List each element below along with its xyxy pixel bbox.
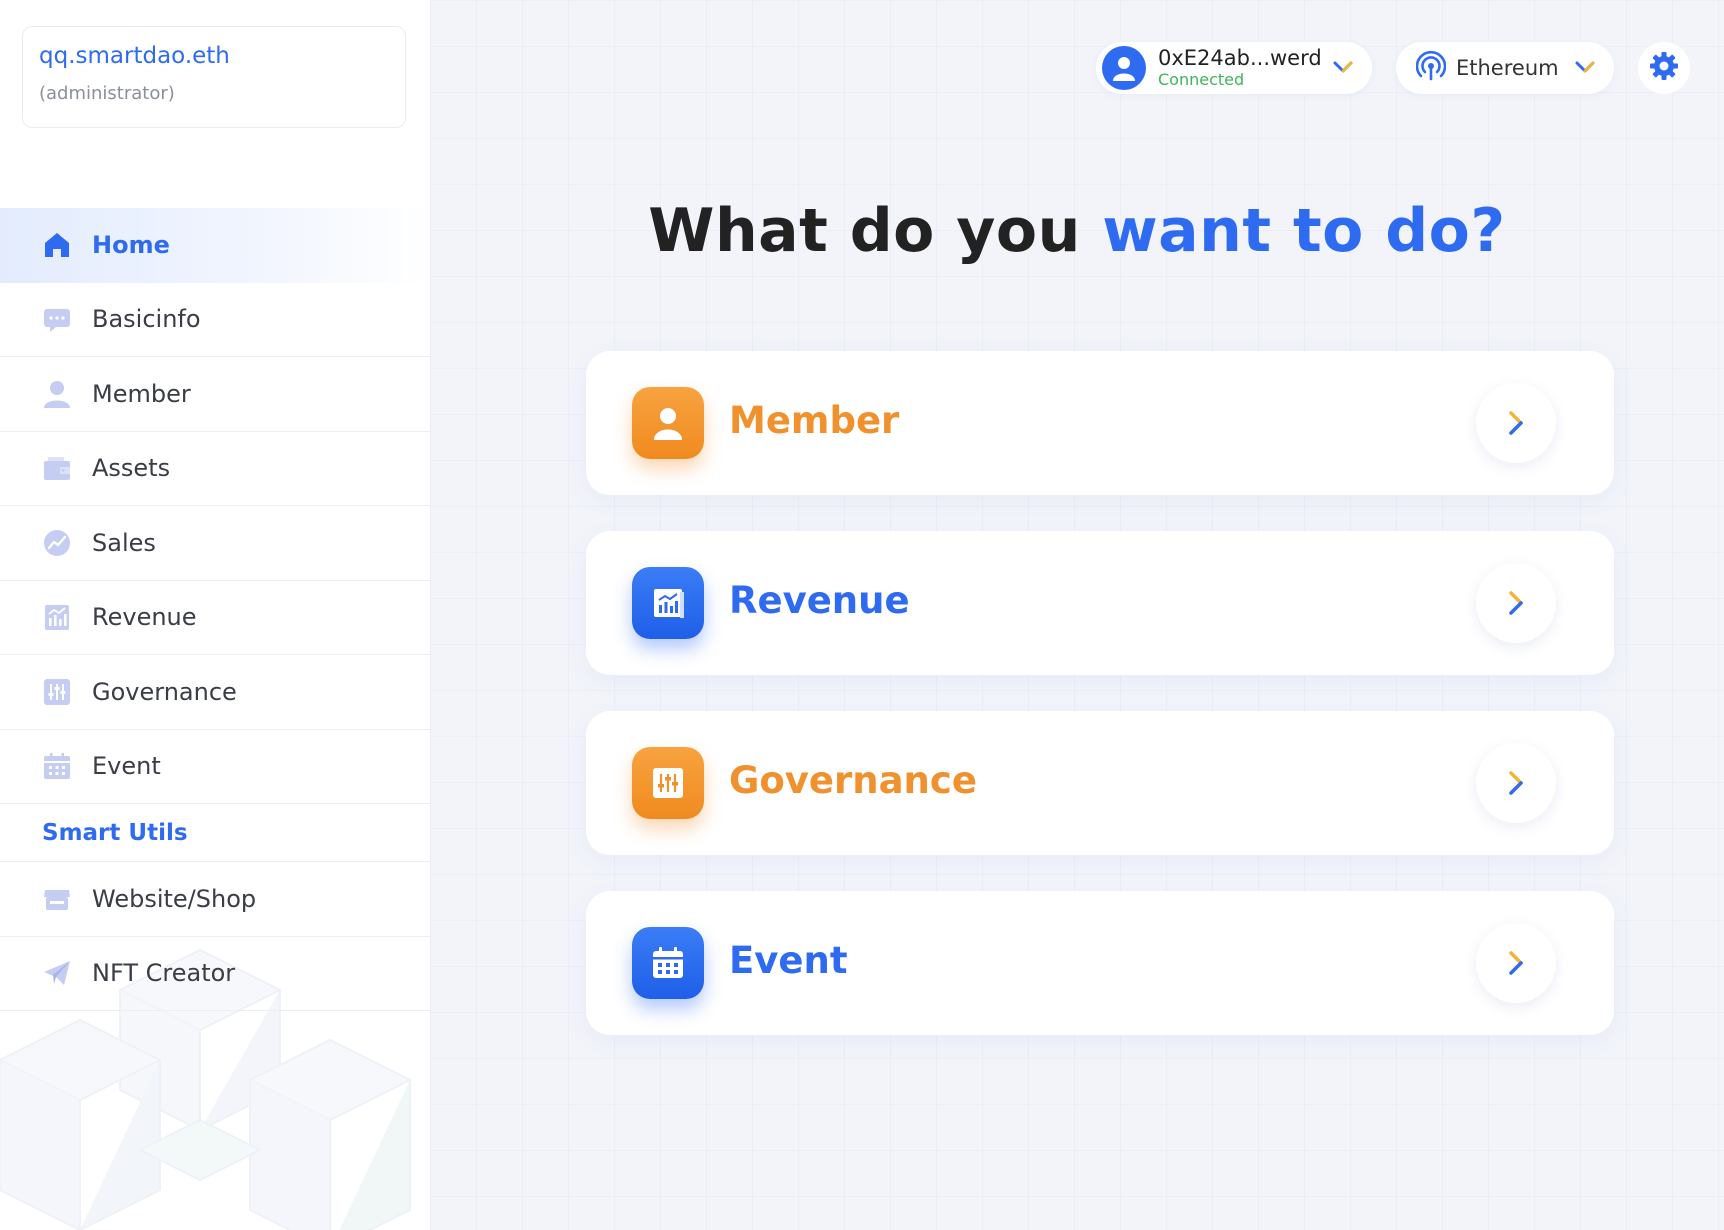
chart-icon xyxy=(42,602,72,632)
headline-part-2: want to do? xyxy=(1102,196,1506,266)
home-icon xyxy=(42,230,72,260)
sidebar-item-member[interactable]: Member xyxy=(0,357,430,432)
sidebar-item-event[interactable]: Event xyxy=(0,730,430,804)
sidebar-item-website-shop[interactable]: Website/Shop xyxy=(0,862,430,937)
sidebar-item-label: Home xyxy=(92,231,170,260)
sidebar-item-home[interactable]: Home xyxy=(0,208,430,283)
user-icon xyxy=(42,379,72,409)
chevron-down-icon xyxy=(1332,58,1354,80)
account-role: (administrator) xyxy=(39,83,175,104)
user-icon xyxy=(1113,57,1135,81)
paper-plane-icon xyxy=(42,958,72,988)
headline-part-1: What do you xyxy=(648,196,1103,266)
governance-card[interactable]: Governance xyxy=(586,711,1614,855)
sidebar-item-governance[interactable]: Governance xyxy=(0,655,430,730)
account-card[interactable]: qq.smartdao.eth (administrator) xyxy=(22,26,406,128)
shop-icon xyxy=(42,884,72,914)
sidebar-item-assets[interactable]: Assets xyxy=(0,432,430,506)
network-dropdown[interactable]: Ethereum xyxy=(1396,42,1614,94)
user-icon xyxy=(632,387,704,459)
card-label: Event xyxy=(729,939,848,982)
wallet-icon xyxy=(42,453,72,483)
sidebar-item-label: Member xyxy=(92,379,191,408)
revenue-card[interactable]: Revenue xyxy=(586,531,1614,675)
sidebar-item-sales[interactable]: Sales xyxy=(0,506,430,581)
wallet-status: Connected xyxy=(1158,70,1245,89)
sidebar-item-label: Event xyxy=(92,752,161,781)
chevron-right-icon[interactable] xyxy=(1476,923,1556,1003)
card-label: Governance xyxy=(729,759,977,802)
sidebar-nav: Home Basicinfo Member Assets Sales Reven… xyxy=(0,208,430,1011)
wallet-address: 0xE24ab...werd xyxy=(1158,46,1322,70)
sidebar: qq.smartdao.eth (administrator) Home Bas… xyxy=(0,0,430,1230)
chevron-right-icon[interactable] xyxy=(1476,563,1556,643)
sidebar-item-revenue[interactable]: Revenue xyxy=(0,581,430,655)
account-name: qq.smartdao.eth xyxy=(39,43,230,69)
sidebar-item-label: Assets xyxy=(92,454,171,483)
chevron-right-icon[interactable] xyxy=(1476,383,1556,463)
sidebar-item-label: Website/Shop xyxy=(92,884,257,913)
wallet-dropdown[interactable]: 0xE24ab...werd Connected xyxy=(1096,42,1372,94)
sliders-icon xyxy=(42,677,72,707)
gear-icon xyxy=(1649,51,1679,85)
calendar-icon xyxy=(632,927,704,999)
network-label: Ethereum xyxy=(1456,56,1559,80)
broadcast-icon xyxy=(1415,50,1447,85)
chevron-down-icon xyxy=(1574,58,1596,80)
sidebar-item-label: NFT Creator xyxy=(92,959,236,988)
chat-icon xyxy=(42,304,72,334)
member-card[interactable]: Member xyxy=(586,351,1614,495)
sidebar-item-basicinfo[interactable]: Basicinfo xyxy=(0,283,430,357)
chart-icon xyxy=(632,567,704,639)
sidebar-item-label: Basicinfo xyxy=(92,305,201,334)
sidebar-item-label: Revenue xyxy=(92,603,197,632)
smart-utils-heading: Smart Utils xyxy=(0,804,430,862)
sidebar-item-label: Governance xyxy=(92,677,237,706)
sliders-icon xyxy=(632,747,704,819)
event-card[interactable]: Event xyxy=(586,891,1614,1035)
page-title: What do you want to do? xyxy=(430,196,1724,266)
chevron-right-icon[interactable] xyxy=(1476,743,1556,823)
calendar-icon xyxy=(42,751,72,781)
sidebar-item-nft-creator[interactable]: NFT Creator xyxy=(0,937,430,1011)
settings-button[interactable] xyxy=(1638,42,1690,94)
sidebar-item-label: Sales xyxy=(92,528,156,557)
card-label: Member xyxy=(729,399,900,442)
trend-icon xyxy=(42,528,72,558)
avatar xyxy=(1102,46,1146,90)
card-label: Revenue xyxy=(729,579,910,622)
